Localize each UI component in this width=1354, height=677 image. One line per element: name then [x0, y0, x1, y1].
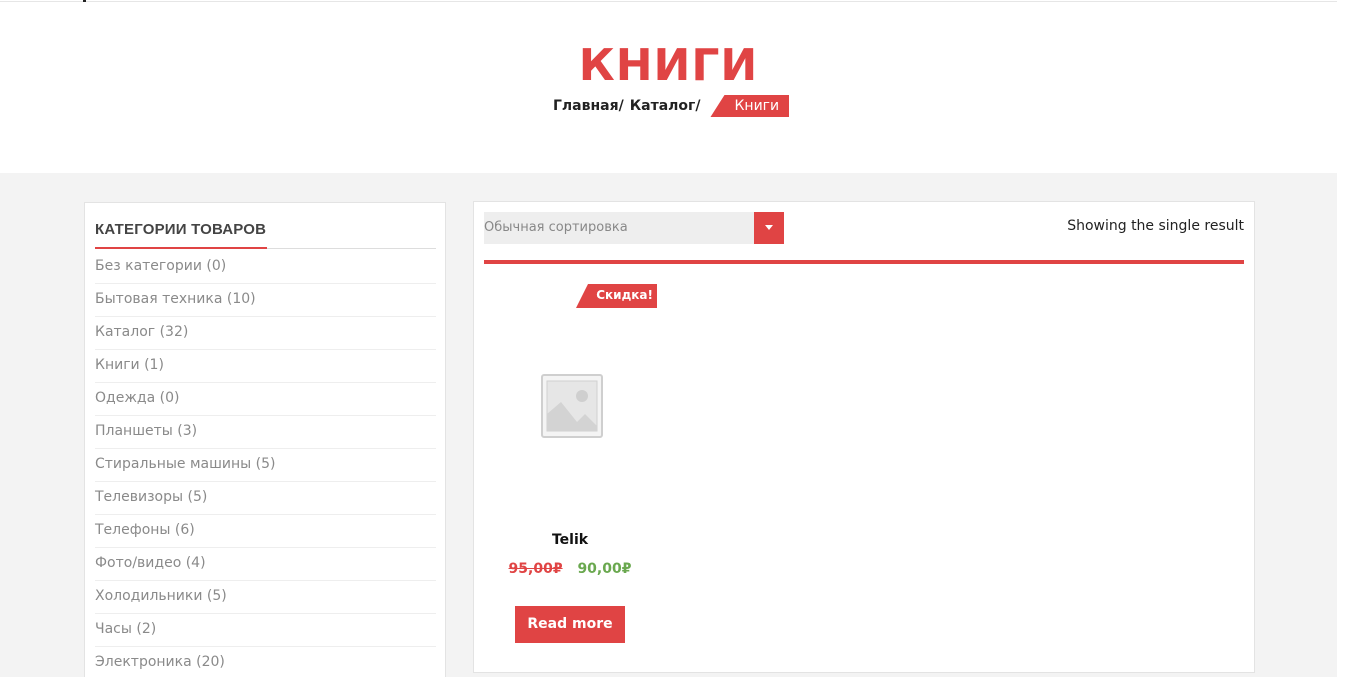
- product-card: Скидка! Telik 95,00₽ 90,00₽ Read more: [484, 264, 657, 664]
- breadcrumb-home-label: Главная: [553, 98, 619, 114]
- category-item[interactable]: Стиральные машины (5): [95, 449, 436, 482]
- category-list: Без категории (0) Бытовая техника (10) К…: [95, 251, 436, 677]
- category-item[interactable]: Телефоны (6): [95, 515, 436, 548]
- sort-selected-value: Обычная сортировка: [484, 220, 628, 235]
- breadcrumb-catalog-label: Каталог: [629, 98, 696, 114]
- page-title: КНИГИ: [578, 40, 759, 91]
- widget-title: КАТЕГОРИИ ТОВАРОВ: [95, 221, 267, 238]
- category-item[interactable]: Планшеты (3): [95, 416, 436, 449]
- product-price: 95,00₽ 90,00₽: [484, 561, 656, 577]
- category-item[interactable]: Каталог (32): [95, 317, 436, 350]
- breadcrumb-separator: /: [618, 98, 624, 114]
- breadcrumb-home-link[interactable]: Главная/: [553, 98, 624, 114]
- sort-select[interactable]: Обычная сортировка: [484, 212, 784, 244]
- sidebar-product-categories: КАТЕГОРИИ ТОВАРОВ Без категории (0) Быто…: [84, 202, 446, 677]
- breadcrumb-separator: /: [695, 98, 701, 114]
- read-more-button[interactable]: Read more: [515, 606, 625, 643]
- category-item[interactable]: Одежда (0): [95, 383, 436, 416]
- chevron-down-icon[interactable]: [754, 212, 784, 244]
- category-item[interactable]: Телевизоры (5): [95, 482, 436, 515]
- breadcrumb-catalog-link[interactable]: Каталог/: [630, 98, 701, 114]
- category-item[interactable]: Холодильники (5): [95, 581, 436, 614]
- product-name[interactable]: Telik: [484, 532, 656, 548]
- category-item[interactable]: Без категории (0): [95, 251, 436, 284]
- category-item[interactable]: Часы (2): [95, 614, 436, 647]
- page-header: КНИГИ Главная/ Каталог/ Книги: [0, 2, 1337, 173]
- category-item[interactable]: Бытовая техника (10): [95, 284, 436, 317]
- image-placeholder-icon: [541, 374, 603, 438]
- category-item[interactable]: Фото/видео (4): [95, 548, 436, 581]
- widget-title-underline: [95, 247, 267, 249]
- sale-price: 90,00₽: [577, 561, 632, 577]
- result-count: Showing the single result: [1067, 218, 1244, 234]
- category-item[interactable]: Книги (1): [95, 350, 436, 383]
- category-item[interactable]: Электроника (20): [95, 647, 436, 677]
- breadcrumb-current: Книги: [710, 95, 790, 117]
- breadcrumb: Главная/ Каталог/ Книги: [553, 95, 790, 117]
- product-listing: Обычная сортировка Showing the single re…: [473, 201, 1255, 673]
- old-price: 95,00₽: [508, 561, 563, 577]
- sale-badge: Скидка!: [576, 284, 657, 308]
